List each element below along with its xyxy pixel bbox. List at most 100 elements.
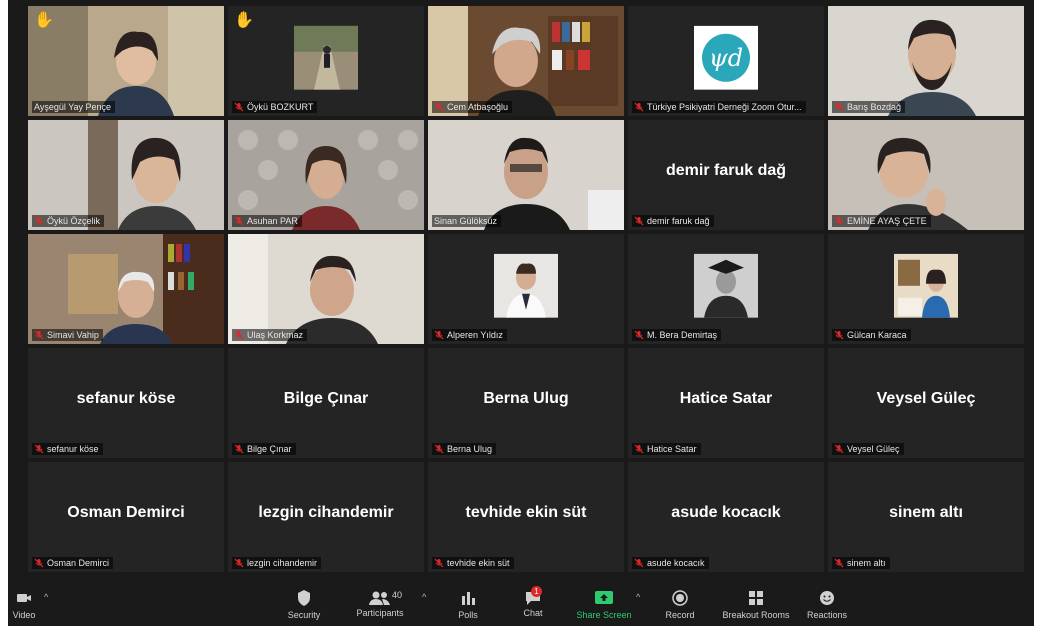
participant-name-label: Sinan Gülöksüz: [432, 215, 502, 227]
mic-muted-icon: [34, 216, 44, 226]
mic-muted-icon: [834, 102, 844, 112]
participant-tile[interactable]: sefanur köse sefanur köse: [28, 348, 224, 458]
mic-muted-icon: [634, 330, 644, 340]
participant-display-name: lezgin cihandemir: [258, 504, 394, 521]
participant-name-label: Öykü BOZKURT: [232, 101, 318, 113]
participant-name-label: Öykü Özçelik: [32, 215, 105, 227]
profile-photo: [294, 25, 358, 90]
mic-muted-icon: [234, 558, 244, 568]
participant-tile[interactable]: Bilge Çınar Bilge Çınar: [228, 348, 424, 458]
video-feed: [28, 6, 224, 116]
participant-tile[interactable]: Sinan Gülöksüz: [428, 120, 624, 230]
participant-display-name: Osman Demirci: [67, 504, 185, 521]
mic-muted-icon: [434, 330, 444, 340]
participant-name-label: sinem altı: [832, 557, 890, 569]
share-options-chevron-icon[interactable]: ^: [636, 592, 640, 602]
participant-name-label: Türkiye Psikiyatri Derneği Zoom Otur...: [632, 101, 806, 113]
participant-tile[interactable]: Hatice Satar Hatice Satar: [628, 348, 824, 458]
participant-tile[interactable]: Cem Atbaşoğlu: [428, 6, 624, 116]
participant-display-name: demir faruk dağ: [665, 162, 787, 179]
participant-tile[interactable]: Öykü Özçelik: [28, 120, 224, 230]
participant-tile[interactable]: Berna Ulug Berna Ulug: [428, 348, 624, 458]
participant-tile[interactable]: ✋ Öykü BOZKURT: [228, 6, 424, 116]
mic-muted-icon: [234, 216, 244, 226]
smiley-icon: [820, 591, 834, 605]
participant-tile[interactable]: Asuhan PAR: [228, 120, 424, 230]
participant-tile[interactable]: Gülcan Karaca: [828, 234, 1024, 344]
mic-muted-icon: [234, 330, 244, 340]
participant-name-label: Alperen Yıldız: [432, 329, 507, 341]
participant-name-label: Ayşegül Yay Pençe: [32, 101, 116, 113]
security-button[interactable]: Security: [276, 588, 332, 620]
svg-text:ψd: ψd: [709, 44, 743, 72]
participant-tile[interactable]: M. Bera Demirtaş: [628, 234, 824, 344]
participant-tile[interactable]: EMİNE AYAŞ ÇETE: [828, 120, 1024, 230]
mic-muted-icon: [634, 102, 644, 112]
participant-tile[interactable]: demir faruk dağ demir faruk dağ: [628, 120, 824, 230]
video-feed: [428, 120, 624, 230]
record-button[interactable]: Record: [658, 588, 702, 620]
video-button[interactable]: Video: [8, 588, 44, 620]
participant-tile[interactable]: Ulaş Korkmaz: [228, 234, 424, 344]
zoom-window: ✋ Ayşegül Yay Pençe ✋ Öykü BOZKURT Cem A…: [8, 0, 1034, 626]
participants-button[interactable]: 40 Participants: [348, 588, 412, 618]
participant-tile[interactable]: ψd Türkiye Psikiyatri Derneği Zoom Otur.…: [628, 6, 824, 116]
participant-name-label: Berna Ulug: [432, 443, 497, 455]
mic-muted-icon: [834, 558, 844, 568]
participant-name-label: Bilge Çınar: [232, 443, 296, 455]
participant-tile[interactable]: Simavi Vahip: [28, 234, 224, 344]
polls-button[interactable]: Polls: [448, 588, 488, 620]
share-screen-button[interactable]: Share Screen: [574, 588, 634, 620]
organization-logo: ψd: [694, 25, 758, 90]
participant-name-label: asude kocacık: [632, 557, 709, 569]
participants-options-chevron-icon[interactable]: ^: [422, 592, 426, 602]
profile-photo: [494, 253, 558, 318]
participant-display-name: sefanur köse: [76, 390, 176, 407]
participant-name-label: tevhide ekin süt: [432, 557, 514, 569]
participant-tile[interactable]: Veysel Güleç Veysel Güleç: [828, 348, 1024, 458]
participant-display-name: Berna Ulug: [483, 390, 569, 407]
camera-icon: [17, 594, 31, 602]
share-screen-icon: [595, 591, 613, 604]
raised-hand-icon: ✋: [34, 12, 54, 29]
mic-muted-icon: [634, 558, 644, 568]
mic-muted-icon: [634, 444, 644, 454]
participant-tile[interactable]: ✋ Ayşegül Yay Pençe: [28, 6, 224, 116]
profile-photo: [694, 253, 758, 318]
participant-tile[interactable]: Osman Demirci Osman Demirci: [28, 462, 224, 572]
shield-icon: [298, 590, 310, 606]
participant-name-label: Simavi Vahip: [32, 329, 103, 341]
breakout-rooms-button[interactable]: Breakout Rooms: [716, 588, 796, 620]
mic-muted-icon: [34, 330, 44, 340]
breakout-rooms-icon: [749, 591, 763, 605]
participant-name-label: sefanur köse: [32, 443, 103, 455]
video-feed: [428, 6, 624, 116]
mic-muted-icon: [234, 444, 244, 454]
participant-tile[interactable]: Alperen Yıldız: [428, 234, 624, 344]
participant-display-name: sinem altı: [889, 504, 963, 521]
reactions-button[interactable]: Reactions: [802, 588, 852, 620]
video-feed: [28, 234, 224, 344]
participant-name-label: Ulaş Korkmaz: [232, 329, 308, 341]
participant-tile[interactable]: sinem altı sinem altı: [828, 462, 1024, 572]
video-feed: [228, 120, 424, 230]
participant-display-name: asude kocacık: [671, 504, 781, 521]
participants-icon: [369, 591, 390, 605]
video-feed: [828, 120, 1024, 230]
profile-photo: [894, 253, 958, 318]
participant-name-label: Barış Bozdağ: [832, 101, 906, 113]
participant-name-label: EMİNE AYAŞ ÇETE: [832, 215, 931, 227]
participant-name-label: Cem Atbaşoğlu: [432, 101, 513, 113]
mic-muted-icon: [834, 330, 844, 340]
participant-tile[interactable]: tevhide ekin süt tevhide ekin süt: [428, 462, 624, 572]
mic-muted-icon: [434, 102, 444, 112]
mic-muted-icon: [34, 444, 44, 454]
participant-tile[interactable]: asude kocacık asude kocacık: [628, 462, 824, 572]
chat-button[interactable]: 1 Chat: [513, 586, 553, 618]
participant-tile[interactable]: lezgin cihandemir lezgin cihandemir: [228, 462, 424, 572]
raised-hand-icon: ✋: [234, 12, 254, 29]
participant-tile[interactable]: Barış Bozdağ: [828, 6, 1024, 116]
video-feed: [28, 120, 224, 230]
video-options-chevron-icon[interactable]: ^: [44, 592, 48, 602]
participant-name-label: Osman Demirci: [32, 557, 114, 569]
